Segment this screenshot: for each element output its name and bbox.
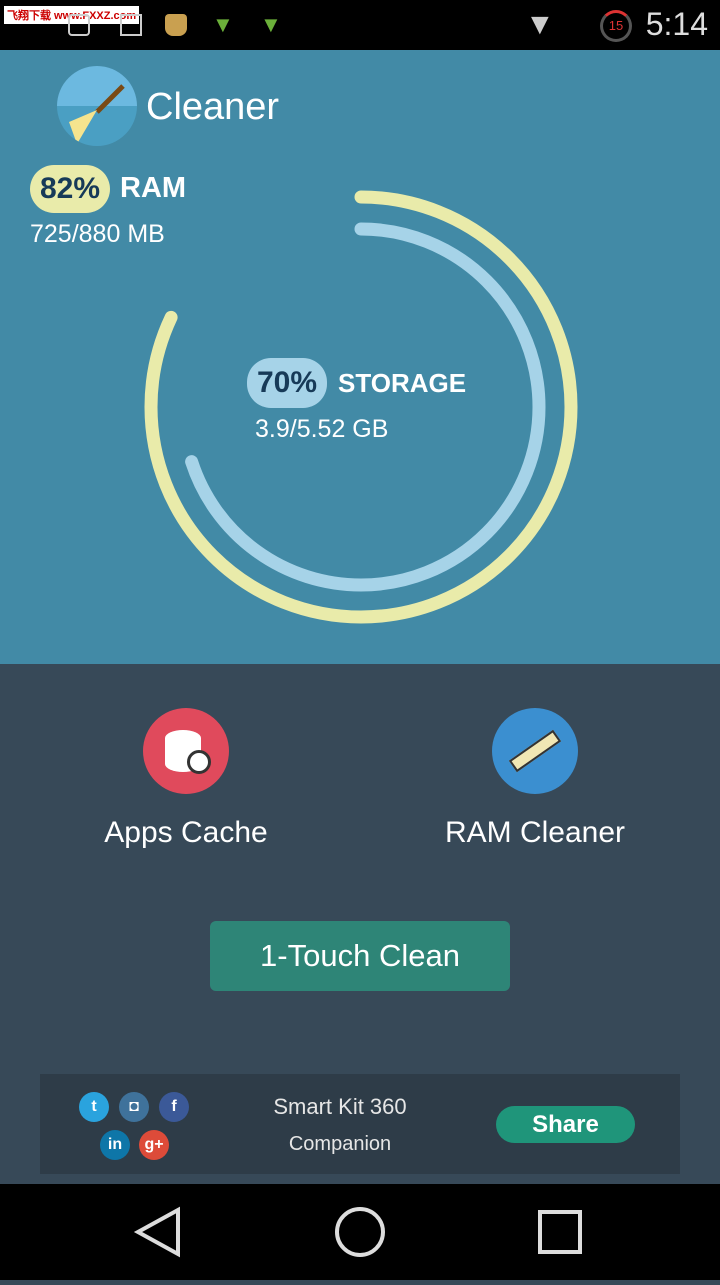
ram-cleaner-label: RAM Cleaner — [444, 816, 626, 849]
share-button[interactable]: Share — [496, 1106, 635, 1143]
instagram-icon[interactable]: ◘ — [119, 1092, 149, 1122]
banner-subtitle: Companion — [288, 1133, 392, 1155]
storage-value: 3.9/5.52 GB — [255, 415, 389, 443]
app-logo — [57, 66, 137, 146]
ram-label: RAM — [120, 172, 187, 204]
ram-cleaner-button[interactable]: RAM Cleaner — [385, 708, 685, 850]
broom-icon — [69, 84, 125, 144]
ram-percent-badge: 82% — [30, 165, 110, 213]
linkedin-icon[interactable]: in — [100, 1130, 130, 1160]
ad-banner[interactable]: t ◘ f in g+ Smart Kit 360 Companion Shar… — [40, 1074, 680, 1174]
facebook-icon[interactable]: f — [159, 1092, 189, 1122]
storage-label: STORAGE — [338, 368, 467, 398]
recents-icon[interactable] — [538, 1210, 582, 1254]
google-plus-icon[interactable]: g+ — [139, 1130, 169, 1160]
app-title: Cleaner — [146, 86, 280, 128]
one-touch-clean-button[interactable]: 1-Touch Clean — [210, 921, 510, 991]
memory-chip-icon — [492, 708, 578, 794]
twitter-icon[interactable]: t — [79, 1092, 109, 1122]
storage-ring — [176, 222, 546, 592]
home-icon[interactable] — [335, 1207, 385, 1257]
apps-cache-label: Apps Cache — [104, 816, 268, 849]
apps-cache-button[interactable]: Apps Cache — [36, 708, 336, 850]
ram-ring — [144, 190, 578, 624]
banner-title: Smart Kit 360 — [273, 1094, 407, 1119]
ram-value: 725/880 MB — [30, 220, 165, 248]
storage-percent-badge: 70% — [247, 358, 327, 408]
navigation-bar — [0, 1184, 720, 1280]
database-clock-icon — [143, 708, 229, 794]
back-icon[interactable] — [133, 1206, 180, 1258]
